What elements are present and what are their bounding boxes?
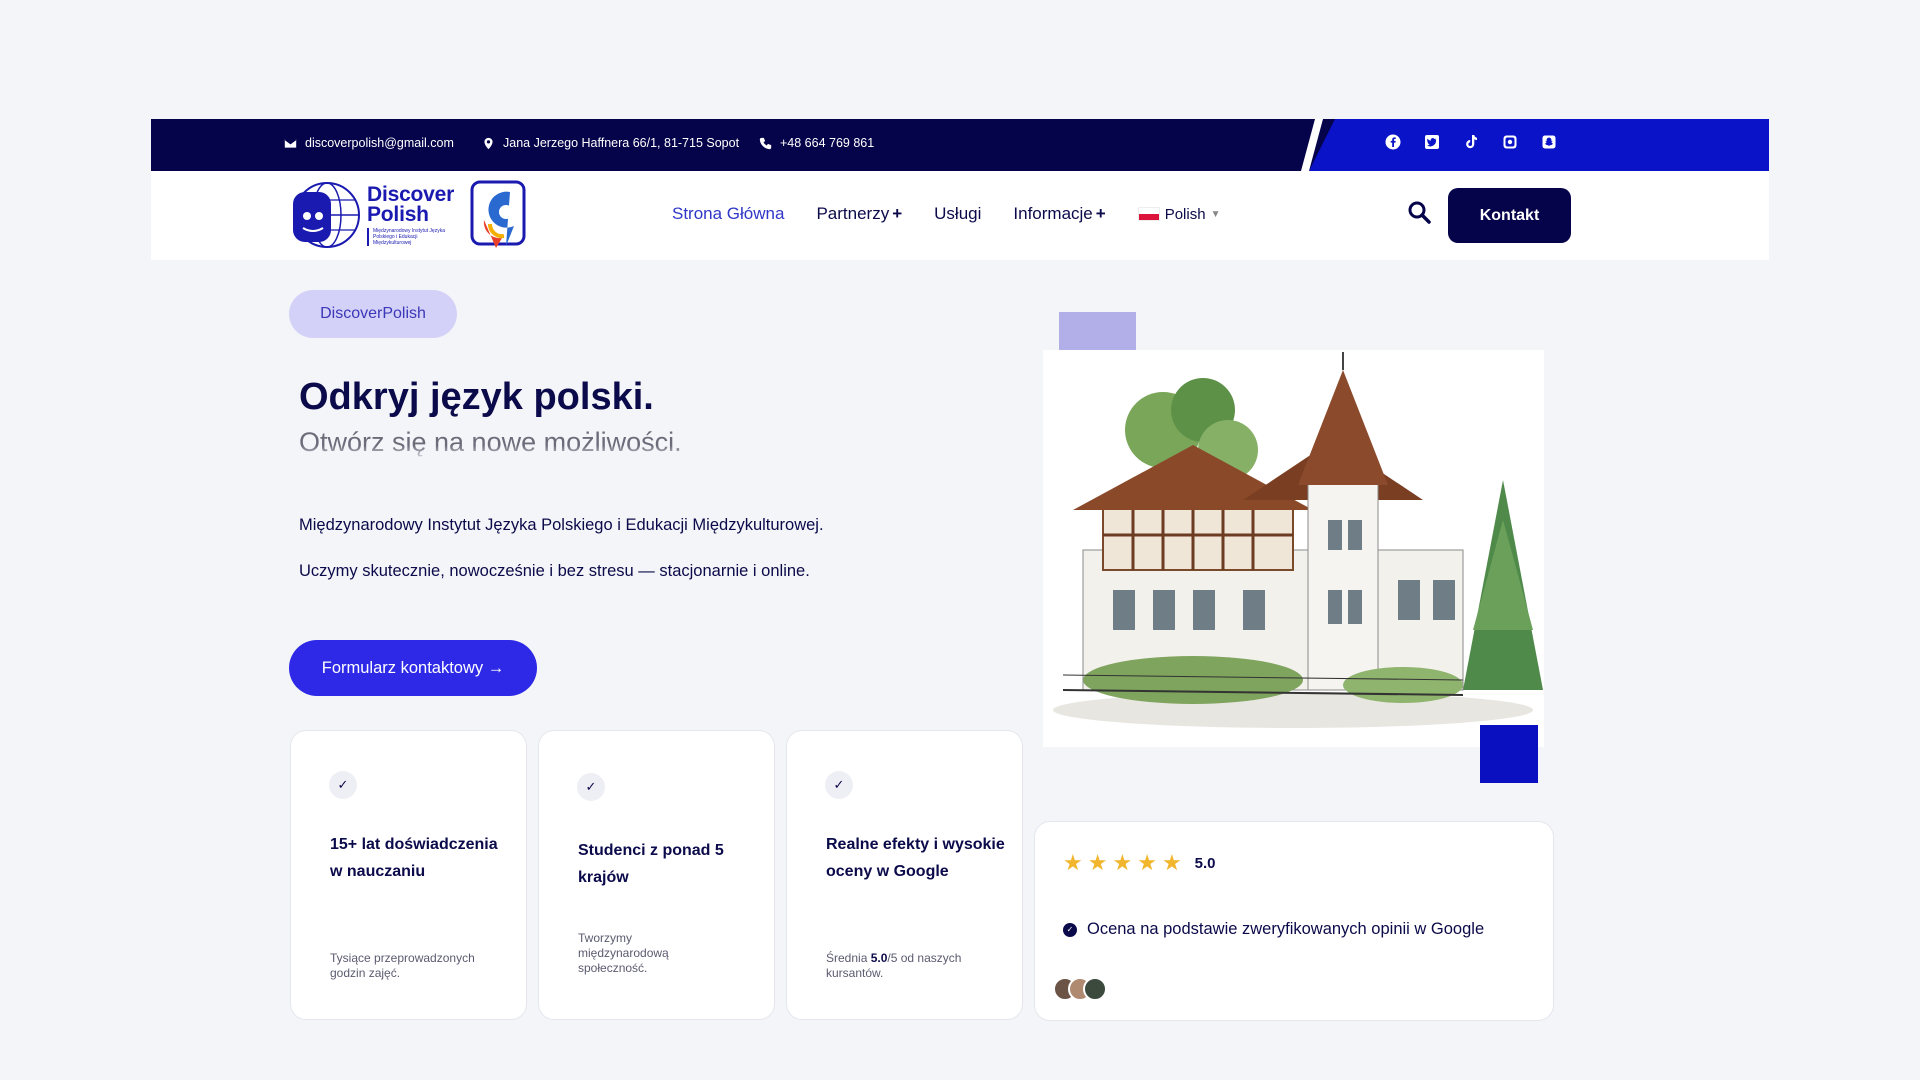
facebook-icon[interactable]	[1384, 133, 1402, 151]
email-contact[interactable]: discoverpolish@gmail.com	[284, 136, 454, 150]
hero-subtitle: Otwórz się na nowe możliwości.	[299, 427, 682, 457]
language-switcher[interactable]: Polish ▼	[1137, 205, 1221, 223]
top-bar: discoverpolish@gmail.com Jana Jerzego Ha…	[151, 119, 1769, 171]
contact-button[interactable]: Kontakt	[1448, 188, 1571, 243]
star-icon: ★	[1161, 850, 1182, 875]
poland-flag-icon	[1137, 207, 1160, 221]
hero-paragraph-1: Międzynarodowy Instytut Języka Polskiego…	[299, 516, 824, 534]
villa-illustration	[1043, 350, 1544, 747]
main-navbar: Discover Polish Międzynarodowy Instytut …	[151, 171, 1769, 260]
phone-contact[interactable]: +48 664 769 861	[759, 136, 874, 150]
twitter-icon[interactable]	[1423, 133, 1441, 151]
feature-desc: Tworzymy międzynarodową społeczność.	[578, 931, 669, 975]
snapchat-icon[interactable]	[1540, 133, 1558, 151]
feature-title: Studenci z ponad 5 krajów	[578, 842, 724, 886]
star-icon: ★	[1112, 850, 1133, 875]
feature-desc-rating: 5.0	[870, 951, 888, 965]
logo-globe-mark	[293, 182, 360, 248]
decor-square-dark	[1480, 725, 1538, 783]
star-icon: ★	[1137, 850, 1157, 875]
nav-item-services[interactable]: Usługi	[934, 204, 981, 224]
logo-text: Discover Polish Międzynarodowy Instytut …	[367, 182, 455, 246]
plus-icon: +	[892, 204, 903, 223]
feature-desc: Średnia 5.0/5 od naszych kursantów.	[826, 951, 986, 981]
logo-title-line1: Discover	[367, 182, 455, 206]
partner-badge-logo	[470, 180, 526, 248]
map-pin-icon	[484, 137, 493, 149]
primary-nav: Strona Główna Partnerzy + Usługi Informac…	[672, 204, 1220, 224]
nav-item-info-label: Informacje	[1013, 204, 1093, 223]
rating-value: 5.0	[1194, 854, 1216, 872]
feature-title: 15+ lat doświadczenia w nauczaniu	[330, 836, 498, 880]
address-text: Jana Jerzego Haffnera 66/1, 81-715 Sopot	[503, 136, 740, 150]
check-icon: ✓	[577, 773, 605, 801]
google-review-card: ★ ★ ★ ★ ★ 5.0 ✓ Ocena na podstawie zwery…	[1034, 821, 1554, 1021]
feature-title: Realne efekty i wysokie oceny w Google	[826, 836, 1005, 880]
check-icon: ✓	[329, 771, 357, 799]
language-label: Polish	[1164, 205, 1206, 223]
logo-title-line2: Polish	[367, 202, 429, 226]
feature-desc-prefix: Średnia	[826, 951, 871, 965]
caret-down-icon: ▼	[1210, 208, 1221, 220]
star-icon: ★	[1063, 850, 1083, 875]
brand-pill: DiscoverPolish	[289, 290, 457, 338]
site-logo[interactable]: Discover Polish Międzynarodowy Instytut …	[291, 180, 526, 250]
nav-item-info[interactable]: Informacje +	[1013, 204, 1105, 224]
feature-desc: Tysiące przeprowadzonych godzin zajęć.	[330, 951, 475, 980]
contact-form-button[interactable]: Formularz kontaktowy →	[289, 640, 537, 696]
reviewer-avatars	[1053, 977, 1107, 1001]
nav-item-partners-label: Partnerzy	[816, 204, 890, 223]
email-text: discoverpolish@gmail.com	[305, 136, 454, 150]
avatar	[1083, 977, 1107, 1001]
nav-item-partners[interactable]: Partnerzy +	[816, 204, 902, 224]
review-note-text: Ocena na podstawie zweryfikowanych opini…	[1087, 920, 1485, 938]
feature-card-experience: ✓ 15+ lat doświadczenia w nauczaniu Tysi…	[290, 730, 527, 1020]
feature-card-students: ✓ Studenci z ponad 5 krajów Tworzymy mię…	[538, 730, 775, 1020]
check-circle-icon: ✓	[1063, 922, 1077, 937]
instagram-icon[interactable]	[1501, 133, 1519, 151]
logo-subtitle: Międzynarodowy Instytut Języka Polskiego…	[367, 227, 447, 246]
plus-icon: +	[1095, 204, 1106, 223]
envelope-icon	[284, 138, 297, 148]
feature-card-ratings: ✓ Realne efekty i wysokie oceny w Google…	[786, 730, 1023, 1020]
review-note: ✓ Ocena na podstawie zweryfikowanych opi…	[1063, 920, 1484, 939]
hero-paragraph-2: Uczymy skutecznie, nowocześnie i bez str…	[299, 562, 810, 580]
hero-title: Odkryj język polski.	[299, 376, 654, 418]
address-contact[interactable]: Jana Jerzego Haffnera 66/1, 81-715 Sopot	[482, 136, 739, 150]
star-icon: ★	[1087, 850, 1108, 875]
search-icon[interactable]	[1407, 200, 1431, 224]
social-links	[1384, 133, 1558, 151]
phone-text: +48 664 769 861	[780, 136, 875, 150]
tiktok-icon[interactable]	[1462, 133, 1480, 151]
phone-icon	[759, 137, 772, 149]
nav-item-home[interactable]: Strona Główna	[672, 204, 784, 224]
check-icon: ✓	[825, 771, 853, 799]
star-rating: ★ ★ ★ ★ ★ 5.0	[1063, 852, 1216, 874]
